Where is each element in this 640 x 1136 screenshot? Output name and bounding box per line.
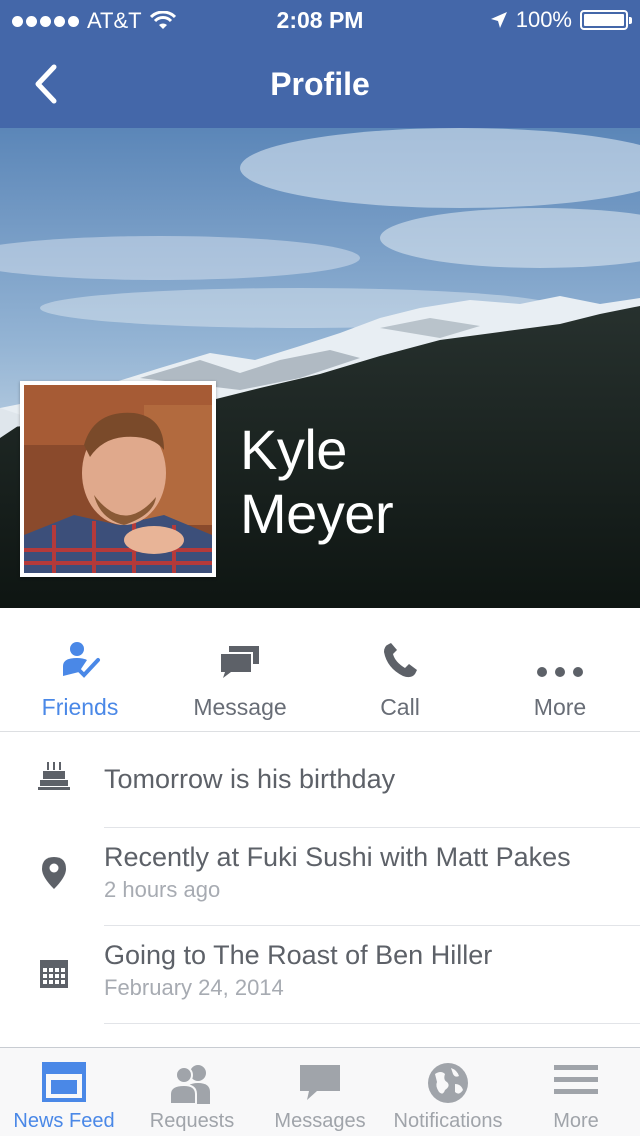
- page-title: Profile: [270, 66, 370, 102]
- top-header: AT&T 2:08 PM 100% Profile: [0, 0, 640, 128]
- profile-last-name: Meyer: [240, 482, 394, 545]
- tab-requests[interactable]: Requests: [128, 1048, 256, 1136]
- location-text: Recently at Fuki Sushi with Matt Pakes: [104, 842, 571, 872]
- message-button[interactable]: Message: [160, 608, 320, 731]
- event-date: February 24, 2014: [104, 975, 284, 1000]
- avatar-photo: [24, 385, 212, 573]
- messages-icon: [300, 1065, 340, 1100]
- info-recent-location[interactable]: Recently at Fuki Sushi with Matt Pakes 2…: [0, 828, 640, 926]
- status-right: 100%: [490, 7, 632, 33]
- location-pin-icon: [42, 857, 66, 889]
- event-text: Going to The Roast of Ben Hiller: [104, 940, 493, 970]
- tab-more[interactable]: More: [512, 1048, 640, 1136]
- tab-messages[interactable]: Messages: [256, 1048, 384, 1136]
- tab-more-label: More: [553, 1110, 599, 1132]
- profile-name: Kyle Meyer: [240, 418, 394, 546]
- cake-icon: [38, 762, 70, 790]
- battery-icon: [580, 10, 632, 30]
- status-bar: AT&T 2:08 PM 100%: [0, 0, 640, 40]
- profile-first-name: Kyle: [240, 418, 347, 481]
- info-event[interactable]: Going to The Roast of Ben Hiller Februar…: [0, 926, 640, 1024]
- info-birthday[interactable]: Tomorrow is his birthday: [0, 732, 640, 828]
- cover-photo[interactable]: Kyle Meyer: [0, 128, 640, 608]
- battery-percent: 100%: [515, 7, 572, 32]
- more-icon: [537, 667, 583, 677]
- friends-label: Friends: [41, 694, 119, 720]
- tab-notifications[interactable]: Notifications: [384, 1048, 512, 1136]
- tab-messages-label: Messages: [274, 1110, 366, 1132]
- tab-news-feed-label: News Feed: [13, 1110, 115, 1132]
- message-icon: [221, 646, 259, 678]
- tab-news-feed[interactable]: News Feed: [0, 1048, 128, 1136]
- call-label: Call: [380, 694, 420, 720]
- profile-info-list: Tomorrow is his birthday Recently at Fuk…: [0, 732, 640, 1024]
- globe-icon: [428, 1063, 468, 1103]
- message-label: Message: [193, 694, 287, 720]
- tab-bar: News Feed Requests Messages Notification…: [0, 1047, 640, 1136]
- news-feed-icon: [42, 1062, 86, 1102]
- back-button[interactable]: [24, 60, 68, 108]
- more-button[interactable]: More: [480, 608, 640, 731]
- location-arrow-icon: [490, 12, 507, 28]
- phone-icon: [384, 643, 417, 678]
- friends-icon: [63, 642, 100, 678]
- location-time: 2 hours ago: [104, 877, 221, 902]
- calendar-icon: [40, 960, 68, 988]
- friends-button[interactable]: Friends: [0, 608, 160, 731]
- menu-icon: [554, 1065, 598, 1094]
- tab-notifications-label: Notifications: [393, 1110, 503, 1132]
- nav-bar: Profile: [0, 40, 640, 128]
- more-label: More: [533, 694, 587, 720]
- call-button[interactable]: Call: [320, 608, 480, 731]
- profile-picture[interactable]: [20, 381, 216, 577]
- divider: [104, 1023, 640, 1024]
- chevron-left-icon: [35, 64, 57, 104]
- profile-actions: Friends Message Call More: [0, 608, 640, 732]
- birthday-text: Tomorrow is his birthday: [104, 764, 396, 794]
- tab-requests-label: Requests: [149, 1110, 235, 1132]
- requests-icon: [169, 1065, 210, 1104]
